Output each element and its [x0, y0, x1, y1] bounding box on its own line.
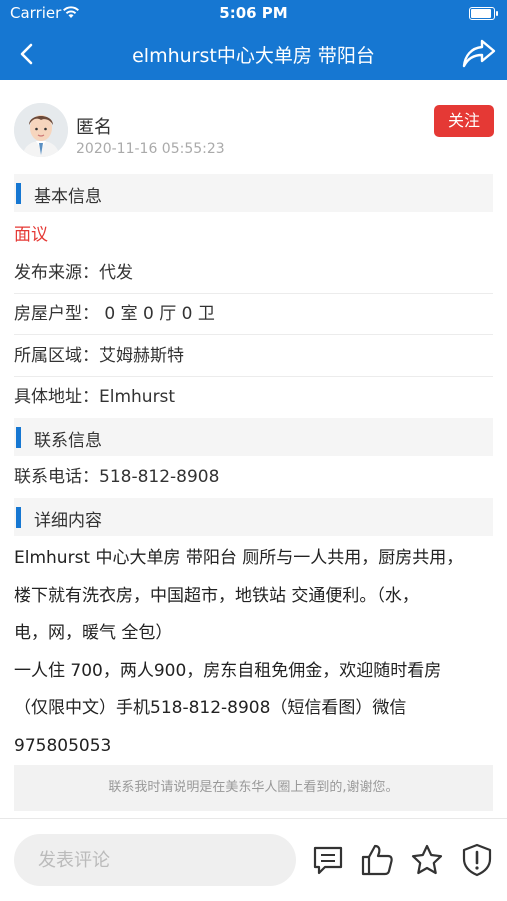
section-title-detail: 详细内容	[34, 511, 102, 531]
info-row-area: 所属区域：艾姆赫斯特	[14, 336, 493, 377]
back-arrow-icon[interactable]	[14, 40, 42, 68]
bottom-bar	[0, 818, 507, 901]
star-icon[interactable]	[410, 843, 444, 877]
contact-phone[interactable]: 联系电话：518-812-8908	[14, 457, 493, 497]
section-header-basic: 基本信息	[14, 174, 493, 212]
clock: 5:06 PM	[219, 4, 288, 22]
section-title-basic: 基本信息	[34, 187, 102, 207]
status-bar: Carrier 5:06 PM	[0, 0, 507, 28]
price-label: 面议	[14, 225, 48, 245]
section-marker	[16, 427, 21, 448]
info-row-layout: 房屋户型： 0 室 0 厅 0 卫	[14, 294, 493, 335]
detail-line: （仅限中文）手机518-812-8908（短信看图）微信	[14, 698, 407, 719]
detail-line: Elmhurst 中心大单房 带阳台 厕所与一人共用，厨房共用，	[14, 548, 464, 568]
author-name: 匿名	[76, 117, 112, 138]
battery-icon	[469, 7, 498, 20]
follow-button[interactable]: 关注	[434, 105, 494, 137]
share-icon[interactable]	[461, 36, 497, 70]
section-title-contact: 联系信息	[34, 431, 102, 451]
info-row-address: 具体地址：Elmhurst	[14, 387, 176, 407]
author-row: 匿名 2020-11-16 05:55:23 关注	[14, 103, 494, 163]
section-header-contact: 联系信息	[14, 418, 493, 456]
section-marker	[16, 507, 21, 528]
post-time: 2020-11-16 05:55:23	[76, 141, 225, 157]
page-title: elmhurst中心大单房 带阳台	[132, 45, 375, 67]
report-icon[interactable]	[460, 843, 494, 877]
comment-input[interactable]	[14, 834, 296, 886]
detail-line: 975805053	[14, 735, 112, 756]
comment-icon[interactable]	[311, 843, 345, 877]
section-marker	[16, 183, 21, 204]
detail-line: 一人住 700，两人900，房东自租免佣金，欢迎随时看房	[14, 660, 442, 681]
detail-line: 电，网，暖气 全包）	[14, 623, 173, 644]
user-avatar-icon[interactable]	[14, 103, 68, 157]
detail-content: Elmhurst 中心大单房 带阳台 厕所与一人共用，厨房共用， 楼下就有洗衣房…	[14, 540, 495, 766]
info-row-source: 发布来源：代发	[14, 253, 493, 294]
section-header-detail: 详细内容	[14, 498, 493, 536]
detail-line: 楼下就有洗衣房，中国超市，地铁站 交通便利。（水，	[14, 585, 419, 606]
nav-bar: elmhurst中心大单房 带阳台	[0, 28, 507, 80]
contact-notice: 联系我时请说明是在美东华人圈上看到的,谢谢您。	[14, 765, 493, 811]
thumbs-up-icon[interactable]	[360, 843, 394, 877]
